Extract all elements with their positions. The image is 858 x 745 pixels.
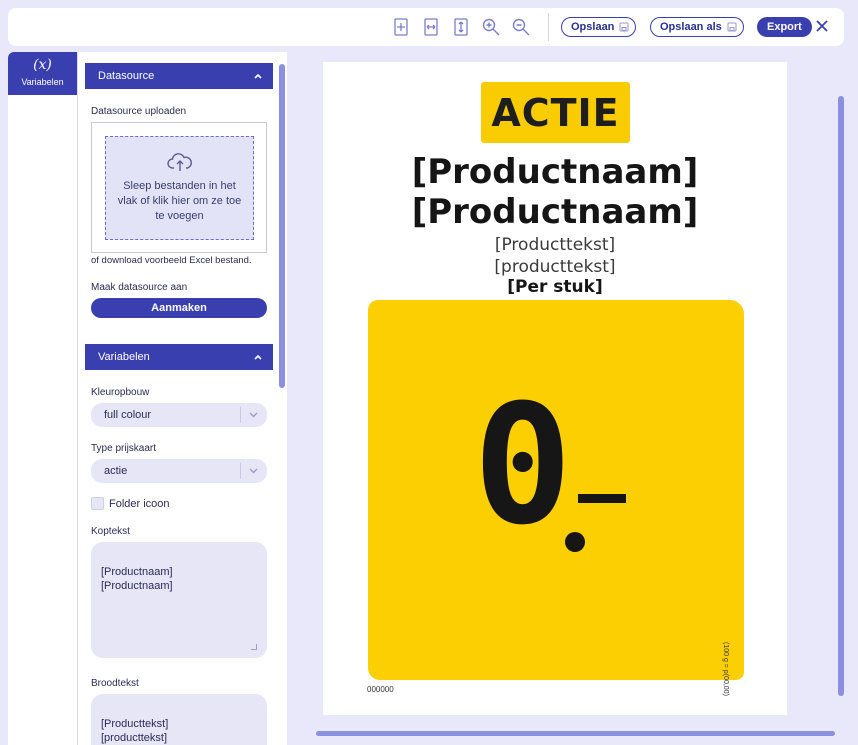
product-name-line-1: [Productnaam] [411,152,699,192]
unit-label: [Per stuk] [507,277,603,297]
chevron-down-icon [249,468,258,474]
upload-dropzone[interactable]: Sleep bestanden in het vlak of klik hier… [105,136,254,240]
variables-section-title: Variabelen [98,351,150,363]
folder-icon-checkbox[interactable] [91,497,104,510]
fit-page-icon[interactable] [391,17,411,37]
settings-panel: Datasource Datasource uploaden Sleep bes… [77,52,287,745]
tab-variables[interactable]: (x) Variabelen [8,52,77,95]
header-text-input[interactable]: [Productnaam] [Productnaam] [91,542,267,658]
save-button[interactable]: Opslaan [561,17,637,37]
upload-label: Datasource uploaden [91,106,187,117]
save-as-button[interactable]: Opslaan als [650,17,744,37]
variable-icon: (x) [33,57,52,73]
resize-handle[interactable] [251,644,257,650]
variables-section-header[interactable]: Variabelen [85,344,273,370]
price-type-label: Type prijskaart [91,443,157,454]
sidebar-rail [8,95,77,745]
price-area: 0 [368,300,744,680]
chevron-up-icon [254,354,262,360]
top-toolbar: Opslaan Opslaan als Export [8,8,844,46]
body-text-input[interactable]: [Producttekst] [producttekst] [91,694,267,745]
body-text-label: Broodtekst [91,678,139,689]
datasource-section-header[interactable]: Datasource [85,63,273,89]
datasource-section-title: Datasource [98,70,155,82]
product-name-line-2: [Productnaam] [411,192,699,232]
download-example-link[interactable]: of download voorbeeld Excel bestand. [91,255,252,266]
save-button-label: Opslaan [571,21,615,33]
canvas-horizontal-scrollbar[interactable] [316,731,835,736]
actie-badge: ACTIE [481,82,630,143]
select-divider [240,407,241,423]
zoom-out-icon[interactable] [511,17,531,37]
toolbar-divider [548,13,549,41]
fit-height-icon[interactable] [451,17,471,37]
zoom-in-icon[interactable] [481,17,501,37]
export-button[interactable]: Export [757,17,812,37]
save-as-disk-icon [727,22,737,32]
panel-scrollbar[interactable] [279,64,285,388]
article-code: 000000 [367,685,394,694]
unit-price-note: (100 g = p(00,00) [722,642,729,696]
price-card-preview: ACTIE [Productnaam] [Productnaam] [Produ… [323,62,787,715]
price-whole: 0 [473,369,573,561]
price-cents-dash [578,494,626,503]
create-datasource-button[interactable]: Aanmaken [91,298,267,318]
chevron-down-icon [249,412,258,418]
price-type-select[interactable]: actie [91,459,267,483]
tab-variables-label: Variabelen [21,77,64,87]
body-text-value: [Producttekst] [producttekst] [101,718,169,744]
price-decimal-dot [565,532,585,552]
chevron-up-icon [254,73,262,79]
canvas-vertical-scrollbar[interactable] [838,96,844,696]
save-disk-icon [619,22,629,32]
dropzone-text: Sleep bestanden in het vlak of klik hier… [117,180,242,222]
select-divider [240,463,241,479]
color-build-select[interactable]: full colour [91,403,267,427]
color-build-label: Kleuropbouw [91,387,150,398]
cloud-upload-icon [166,153,192,171]
close-icon[interactable] [814,18,830,34]
fit-width-icon[interactable] [421,17,441,37]
product-text-line-1: [Producttekst] [494,235,616,255]
header-text-value: [Productnaam] [Productnaam] [101,566,173,592]
save-as-button-label: Opslaan als [660,21,722,33]
header-text-label: Koptekst [91,526,130,537]
price-type-value: actie [104,465,128,477]
color-build-value: full colour [104,409,152,421]
create-datasource-label: Maak datasource aan [91,282,188,293]
product-text-line-2: [producttekst] [494,257,616,277]
upload-dropzone-frame: Sleep bestanden in het vlak of klik hier… [91,122,267,253]
folder-icon-label: Folder icoon [109,498,170,510]
